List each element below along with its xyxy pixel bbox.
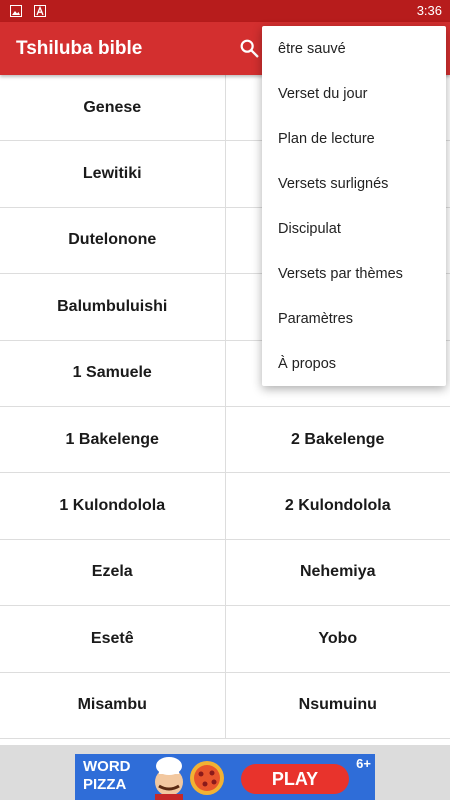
menu-item-a-propos[interactable]: À propos xyxy=(262,341,446,386)
book-cell[interactable]: Nsumuinu xyxy=(224,672,450,738)
ad-banner: WORD PIZZA PLAY 6+ xyxy=(0,745,450,800)
book-cell[interactable]: Genese xyxy=(0,75,225,140)
status-bar: 3:36 xyxy=(0,0,450,22)
book-cell[interactable]: Ezela xyxy=(0,540,225,605)
book-cell[interactable]: 1 Bakelenge xyxy=(0,407,225,472)
image-icon xyxy=(10,5,22,17)
book-cell[interactable]: Yobo xyxy=(224,606,450,672)
book-cell[interactable]: Balumbuluishi xyxy=(0,274,225,339)
book-cell[interactable]: Lewitiki xyxy=(0,141,225,206)
chef-pizza-icon xyxy=(147,756,237,800)
book-cell[interactable]: 2 Kulondolola xyxy=(224,473,450,539)
book-row: Misambu Nsumuinu xyxy=(0,672,450,739)
overflow-menu: être sauvé Verset du jour Plan de lectur… xyxy=(262,26,446,386)
clock: 3:36 xyxy=(416,3,442,18)
ad-title: WORD PIZZA xyxy=(83,758,131,793)
menu-item-versets-par-themes[interactable]: Versets par thèmes xyxy=(262,251,446,296)
ad-play-button[interactable]: PLAY xyxy=(241,764,349,794)
book-cell[interactable]: Esetê xyxy=(0,606,225,671)
book-cell[interactable]: 1 Samuele xyxy=(0,341,225,406)
menu-item-versets-surlignes[interactable]: Versets surlignés xyxy=(262,161,446,206)
menu-item-verset-du-jour[interactable]: Verset du jour xyxy=(262,71,446,116)
book-cell[interactable]: 2 Bakelenge xyxy=(224,406,450,473)
ad-age-rating: 6+ xyxy=(356,756,371,771)
menu-item-etre-sauve[interactable]: être sauvé xyxy=(262,26,446,71)
app-title: Tshiluba bible xyxy=(16,38,143,59)
menu-item-discipulat[interactable]: Discipulat xyxy=(262,206,446,251)
book-row: Ezela Nehemiya xyxy=(0,539,450,607)
book-cell[interactable]: Misambu xyxy=(0,673,225,738)
book-row: 1 Bakelenge 2 Bakelenge xyxy=(0,406,450,474)
search-icon[interactable] xyxy=(238,37,260,59)
book-row: 1 Kulondolola 2 Kulondolola xyxy=(0,473,450,540)
book-cell[interactable]: 1 Kulondolola xyxy=(0,473,225,538)
book-cell[interactable]: Nehemiya xyxy=(224,539,450,606)
book-cell[interactable]: Dutelonone xyxy=(0,208,225,273)
menu-item-parametres[interactable]: Paramètres xyxy=(262,296,446,341)
menu-item-plan-de-lecture[interactable]: Plan de lecture xyxy=(262,116,446,161)
a-icon xyxy=(34,5,46,17)
book-row: Esetê Yobo xyxy=(0,606,450,673)
ad-creative[interactable]: WORD PIZZA PLAY 6+ xyxy=(75,754,375,800)
